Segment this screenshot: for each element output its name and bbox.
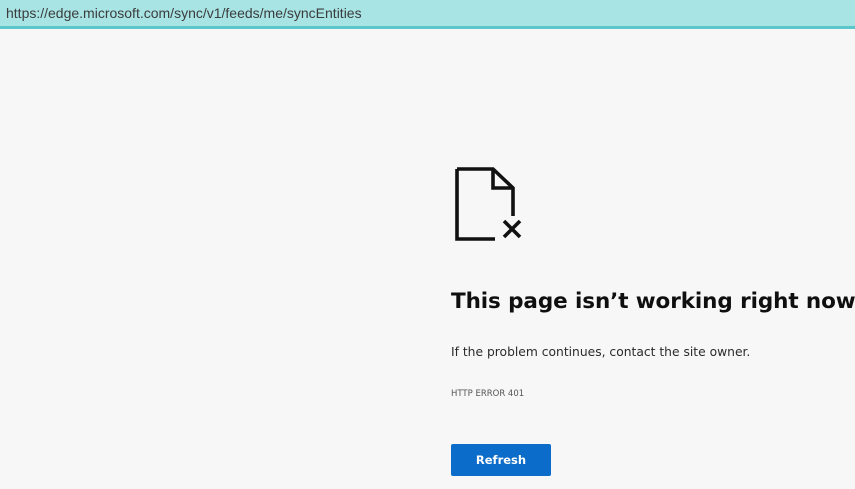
address-bar[interactable]: https://edge.microsoft.com/sync/v1/feeds… <box>0 0 855 29</box>
error-title: This page isn’t working right now <box>451 289 855 314</box>
error-code: HTTP ERROR 401 <box>451 389 525 399</box>
refresh-button[interactable]: Refresh <box>451 444 551 476</box>
document-error-icon <box>449 164 527 246</box>
error-message: If the problem continues, contact the si… <box>451 345 751 359</box>
url-text[interactable]: https://edge.microsoft.com/sync/v1/feeds… <box>6 5 362 21</box>
